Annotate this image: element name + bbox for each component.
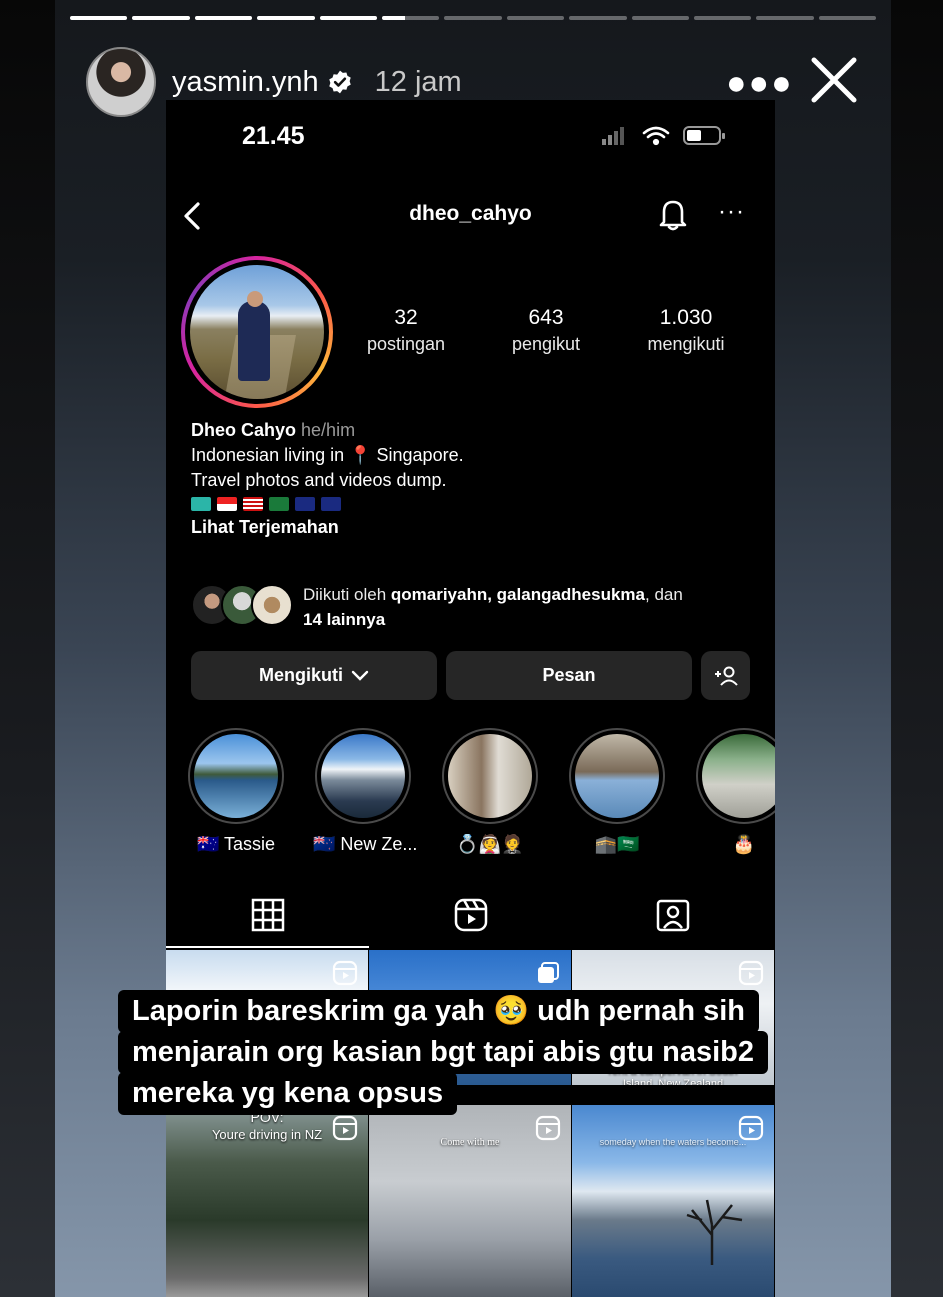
- highlight-new-zealand[interactable]: 🇳🇿 New Ze...: [313, 728, 417, 855]
- more-horizontal-icon[interactable]: ●●●: [726, 64, 794, 103]
- progress-segment: [693, 16, 752, 20]
- flag-icon: [269, 497, 289, 511]
- progress-segment: [381, 16, 440, 20]
- profile-more-icon[interactable]: ···: [718, 198, 745, 226]
- story-time-ago: 12 jam: [374, 65, 462, 98]
- battery-icon: [683, 126, 725, 145]
- profile-stats: 32 postingan 643 pengikut 1.030 mengikut…: [336, 306, 756, 355]
- profile-avatar[interactable]: [181, 256, 333, 408]
- highlight-wedding[interactable]: 💍👰🤵: [440, 728, 540, 855]
- progress-segment: [631, 16, 689, 20]
- wifi-icon: [642, 126, 670, 146]
- post-tile-text: Youre driving in NZ: [211, 1127, 323, 1142]
- story-user-avatar[interactable]: [86, 47, 156, 117]
- reel-icon: [738, 960, 764, 986]
- tree-silhouette: [686, 1199, 743, 1265]
- carousel-icon: [538, 962, 559, 983]
- add-user-button[interactable]: [701, 651, 750, 700]
- next-story-edge[interactable]: [891, 0, 943, 1297]
- flag-icon: [295, 497, 315, 511]
- highlight-tassie[interactable]: 🇦🇺 Tassie: [186, 728, 286, 855]
- story-username[interactable]: yasmin.ynh: [172, 66, 319, 99]
- flag-icon: [243, 497, 263, 511]
- caption-line: mereka yg kena opsus: [118, 1072, 458, 1115]
- story-progress: [70, 16, 877, 21]
- profile-pronouns: he/him: [301, 420, 356, 440]
- caption-line: menjarain org kasian bgt tapi abis gtu n…: [118, 1031, 769, 1074]
- highlight-mecca[interactable]: 🕋🇸🇦: [567, 728, 667, 855]
- close-icon[interactable]: [806, 52, 862, 108]
- progress-segment: [506, 16, 565, 20]
- stat-posts[interactable]: 32 postingan: [336, 306, 476, 355]
- progress-segment: [132, 16, 190, 20]
- flag-icon: [217, 497, 237, 511]
- chevron-down-icon: [351, 670, 369, 681]
- flag-emojis: [191, 497, 751, 511]
- profile-bio: Dheo Cahyo he/him Indonesian living in 📍…: [191, 418, 751, 540]
- grid-icon[interactable]: [251, 898, 285, 932]
- verified-badge-icon: [328, 70, 351, 94]
- bio-line: Indonesian living in 📍 Singapore.: [191, 445, 464, 465]
- message-button[interactable]: Pesan: [446, 651, 692, 700]
- story-caption: Laporin bareskrim ga yah 🥹 udh pernah si…: [118, 990, 838, 1115]
- bell-icon[interactable]: [656, 196, 690, 232]
- status-time: 21.45: [242, 122, 305, 150]
- post-tile-text: Come with me: [440, 1137, 500, 1148]
- signal-icon: [602, 127, 624, 145]
- previous-story-edge[interactable]: [0, 0, 55, 1297]
- progress-segment: [319, 16, 377, 20]
- flag-icon: [191, 497, 211, 511]
- flag-icon: [321, 497, 341, 511]
- post-tile[interactable]: Come with me: [369, 1105, 571, 1297]
- reels-icon[interactable]: [454, 898, 488, 932]
- progress-segment: [444, 16, 502, 20]
- progress-segment: [70, 16, 128, 20]
- tagged-icon[interactable]: [656, 898, 690, 932]
- reel-icon: [332, 960, 358, 986]
- progress-segment: [818, 16, 877, 20]
- follower-avatar: [251, 584, 293, 626]
- active-tab-indicator: [166, 946, 369, 948]
- followed-by[interactable]: Diikuti oleh qomariyahn, galangadhesukma…: [191, 582, 751, 634]
- stat-followers[interactable]: 643 pengikut: [476, 306, 616, 355]
- highlight-birthday[interactable]: 🎂: [694, 728, 775, 855]
- see-translation-link[interactable]: Lihat Terjemahan: [191, 515, 751, 540]
- add-user-icon: [714, 666, 738, 686]
- bio-line: Travel photos and videos dump.: [191, 470, 447, 490]
- progress-segment: [194, 16, 253, 20]
- profile-screenshot: 21.45 dheo_cahyo ··· 32 postingan 643 pe…: [166, 100, 775, 1297]
- progress-segment: [569, 16, 627, 20]
- progress-segment: [257, 16, 315, 20]
- caption-line: Laporin bareskrim ga yah 🥹 udh pernah si…: [118, 990, 760, 1033]
- status-icons: [602, 126, 725, 146]
- profile-tabs: [166, 890, 775, 948]
- following-button[interactable]: Mengikuti: [191, 651, 437, 700]
- progress-segment: [756, 16, 814, 20]
- profile-name: Dheo Cahyo: [191, 420, 297, 440]
- post-tile[interactable]: POV: Youre driving in NZ: [166, 1105, 368, 1297]
- post-tile-text: someday when the waters become...: [599, 1137, 747, 1147]
- post-tile[interactable]: someday when the waters become...: [572, 1105, 774, 1297]
- stat-following[interactable]: 1.030 mengikuti: [616, 306, 756, 355]
